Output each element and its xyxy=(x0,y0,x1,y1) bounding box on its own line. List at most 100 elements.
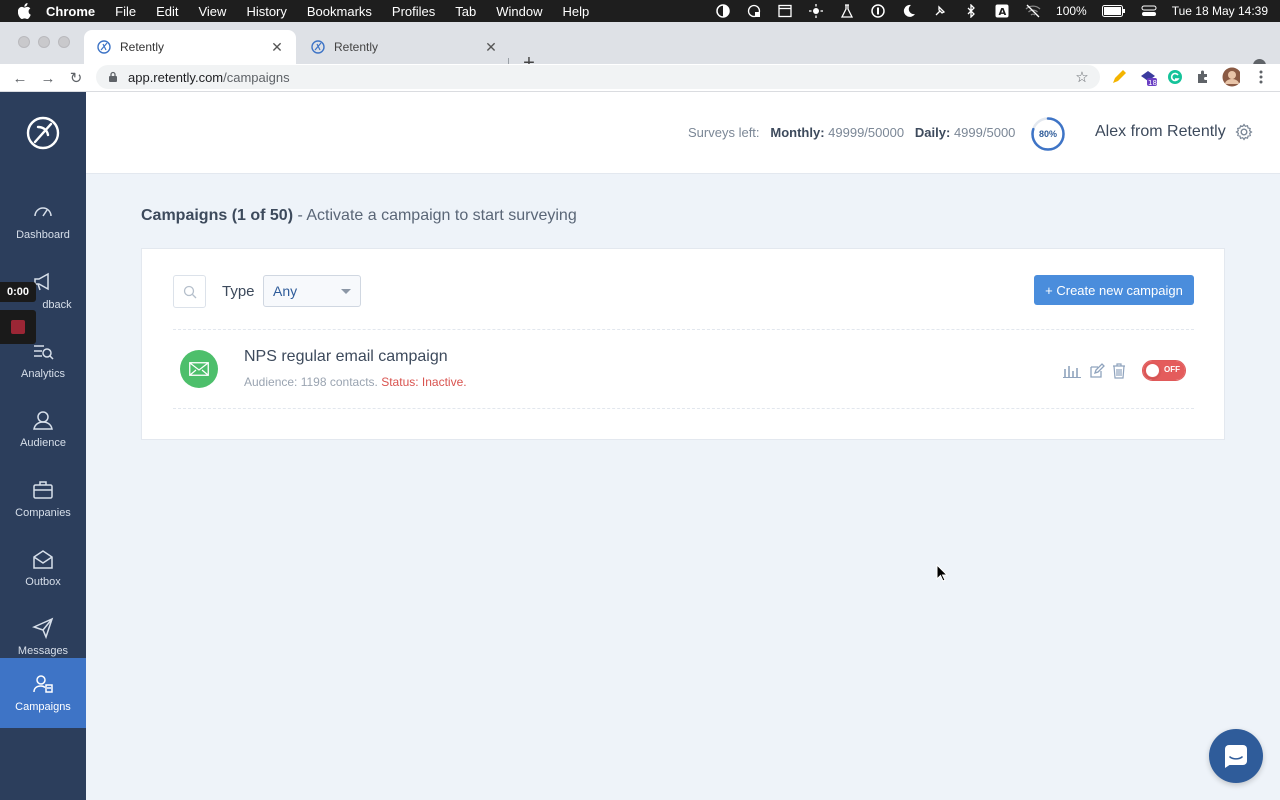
close-tab-icon[interactable]: ✕ xyxy=(484,39,498,55)
browser-toolbar: ← → ↻ app.retently.com/campaigns ☆ 18 xyxy=(0,64,1280,92)
daily-label: Daily: xyxy=(914,125,951,140)
campaign-audience: Audience: 1198 contacts. xyxy=(244,375,378,389)
bookmark-star-icon[interactable]: ☆ xyxy=(1074,69,1090,86)
browser-tab-title: Retently xyxy=(334,40,379,54)
sidebar-item-dashboard[interactable]: Dashboard xyxy=(0,186,86,256)
menu-window[interactable]: Window xyxy=(496,4,542,19)
menu-bookmarks[interactable]: Bookmarks xyxy=(307,4,372,19)
extension-pencil-icon[interactable] xyxy=(1110,68,1128,86)
retently-logo-icon[interactable] xyxy=(26,116,60,150)
menu-file[interactable]: File xyxy=(115,4,136,19)
menubar-clock[interactable]: Tue 18 May 14:39 xyxy=(1172,4,1268,18)
campaign-name[interactable]: NPS regular email campaign xyxy=(244,348,448,366)
reload-icon[interactable]: ↻ xyxy=(66,68,86,88)
lock-icon[interactable] xyxy=(108,71,120,83)
campaign-active-toggle[interactable]: OFF xyxy=(1142,360,1186,381)
window-controls xyxy=(18,36,70,48)
sidebar-item-label: Audience xyxy=(20,437,66,449)
page-title-hint: - Activate a campaign to start surveying xyxy=(293,207,577,224)
sidebar-item-label: Companies xyxy=(15,507,71,519)
macos-menubar: Chrome File Edit View History Bookmarks … xyxy=(0,0,1280,22)
apple-icon[interactable] xyxy=(18,3,32,19)
address-bar[interactable]: app.retently.com/campaigns ☆ xyxy=(96,65,1100,89)
menu-tab[interactable]: Tab xyxy=(455,4,476,19)
menu-view[interactable]: View xyxy=(198,4,226,19)
person-icon xyxy=(32,409,54,431)
bar-chart-icon[interactable] xyxy=(1063,362,1081,380)
monthly-value: 49999/50000 xyxy=(828,125,905,140)
recorder-stop-button[interactable] xyxy=(0,310,36,344)
wifi-off-icon[interactable] xyxy=(1025,4,1041,18)
menu-history[interactable]: History xyxy=(246,4,286,19)
stop-icon xyxy=(11,320,25,334)
sidebar-item-outbox[interactable]: Outbox xyxy=(0,533,86,603)
extensions-puzzle-icon[interactable] xyxy=(1194,68,1212,86)
toggle-label: OFF xyxy=(1164,365,1180,374)
toggle-knob xyxy=(1145,363,1160,378)
sidebar-item-campaigns[interactable]: Campaigns xyxy=(0,658,86,728)
sidebar-item-label: Campaigns xyxy=(15,701,71,713)
menu-profiles[interactable]: Profiles xyxy=(392,4,435,19)
chrome-menu-icon[interactable] xyxy=(1252,68,1270,86)
pin-icon[interactable] xyxy=(932,4,948,18)
forward-arrow-icon[interactable]: → xyxy=(38,68,58,88)
calendar-icon[interactable] xyxy=(777,4,793,18)
url-path: /campaigns xyxy=(223,69,290,85)
browser-tabbar: Retently ✕ Retently ✕ + xyxy=(0,22,1280,74)
chat-launcher-button[interactable] xyxy=(1209,729,1263,783)
close-tab-icon[interactable]: ✕ xyxy=(270,39,284,55)
page-title: Campaigns (1 of 50) - Activate a campaig… xyxy=(141,207,577,225)
window-zoom-button[interactable] xyxy=(58,36,70,48)
edit-icon[interactable] xyxy=(1088,362,1106,380)
envelope-icon xyxy=(32,548,54,570)
battery-icon[interactable] xyxy=(1101,4,1126,18)
gear-icon[interactable] xyxy=(1235,123,1253,141)
grammarly-icon[interactable] xyxy=(1166,68,1184,86)
speedometer-icon xyxy=(32,201,54,223)
surveys-left-label: Surveys left: xyxy=(688,125,760,140)
password-icon[interactable] xyxy=(870,4,886,18)
campaign-meta: Audience: 1198 contacts. Status: Inactiv… xyxy=(244,375,467,389)
window-close-button[interactable] xyxy=(18,36,30,48)
browser-tab-inactive[interactable]: Retently ✕ xyxy=(298,30,510,64)
window-minimize-button[interactable] xyxy=(38,36,50,48)
sidebar-item-label: Messages xyxy=(17,645,69,657)
url-host: app.retently.com xyxy=(128,69,224,85)
extension-badge-icon[interactable]: 18 xyxy=(1139,68,1157,86)
retently-favicon-icon xyxy=(310,39,326,55)
sidebar-item-label: Analytics xyxy=(20,368,66,380)
surveys-quota: Surveys left: Monthly: 49999/50000 Daily… xyxy=(688,125,1015,140)
brightness-icon[interactable] xyxy=(808,4,824,18)
sidebar-item-label: Dashboard xyxy=(16,229,70,241)
search-button[interactable] xyxy=(173,275,206,308)
back-arrow-icon[interactable]: ← xyxy=(10,68,30,88)
chat-icon xyxy=(1225,745,1247,768)
campaigns-icon xyxy=(32,673,54,695)
profile-avatar[interactable] xyxy=(1222,67,1240,87)
menu-app-name[interactable]: Chrome xyxy=(46,4,95,19)
control-center-icon[interactable] xyxy=(1141,4,1157,18)
type-filter-select[interactable]: Any xyxy=(263,275,361,307)
divider xyxy=(173,408,1194,409)
sidebar-item-audience[interactable]: Audience xyxy=(0,394,86,464)
bluetooth-icon[interactable] xyxy=(963,4,979,18)
campaign-status: Status: Inactive. xyxy=(381,375,467,389)
sidebar-item-companies[interactable]: Companies xyxy=(0,464,86,534)
create-campaign-button[interactable]: + Create new campaign xyxy=(1034,275,1194,305)
quota-progress-ring[interactable]: 80% xyxy=(1030,116,1066,152)
trash-icon[interactable] xyxy=(1110,362,1128,380)
user-name[interactable]: Alex from Retently xyxy=(1095,123,1226,141)
browser-tab-active[interactable]: Retently ✕ xyxy=(84,30,296,64)
menu-help[interactable]: Help xyxy=(563,4,590,19)
svg-text:A: A xyxy=(999,7,1007,18)
briefcase-icon xyxy=(32,479,54,501)
moon-icon[interactable] xyxy=(901,4,917,18)
type-filter-label: Type xyxy=(222,283,255,300)
type-filter-value: Any xyxy=(273,283,298,299)
screen-time-icon[interactable] xyxy=(746,4,762,18)
recorder-timer: 0:00 xyxy=(0,282,36,302)
keyboard-input-icon[interactable]: A xyxy=(994,4,1010,18)
menu-edit[interactable]: Edit xyxy=(156,4,178,19)
contrast-icon[interactable] xyxy=(715,4,731,18)
flask-icon[interactable] xyxy=(839,4,855,18)
